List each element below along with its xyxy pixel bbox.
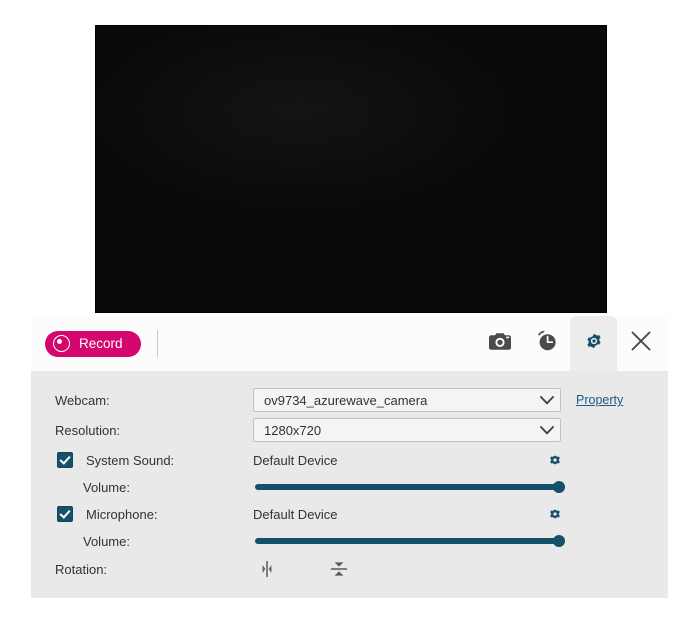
record-button[interactable]: Record	[45, 330, 141, 357]
chevron-down-icon	[534, 425, 560, 435]
system-sound-checkbox[interactable]	[57, 452, 73, 468]
system-sound-gear-icon[interactable]	[547, 452, 563, 468]
snapshot-button[interactable]	[476, 316, 523, 371]
resolution-select-value: 1280x720	[264, 422, 322, 438]
preview-noise-overlay	[95, 25, 607, 313]
slider-track	[255, 484, 565, 490]
slider-track	[255, 538, 565, 544]
webcam-row: Webcam: ov9734_azurewave_camera Property	[31, 387, 668, 413]
microphone-gear-icon[interactable]	[547, 506, 563, 522]
flip-horizontal-icon[interactable]	[255, 558, 279, 580]
settings-panel: Webcam: ov9734_azurewave_camera Property…	[31, 371, 668, 598]
toolbar: Record	[31, 316, 668, 371]
system-sound-volume-label: Volume:	[83, 479, 130, 495]
microphone-volume-slider[interactable]	[255, 534, 565, 548]
clock-icon	[536, 330, 558, 357]
microphone-row: Microphone: Default Device	[31, 501, 668, 527]
chevron-down-icon	[534, 395, 560, 405]
system-sound-row: System Sound: Default Device	[31, 447, 668, 473]
flip-vertical-icon[interactable]	[327, 558, 351, 580]
microphone-volume-label: Volume:	[83, 533, 130, 549]
resolution-label: Resolution:	[55, 422, 121, 438]
schedule-button[interactable]	[523, 316, 570, 371]
rotation-row: Rotation:	[31, 556, 668, 582]
record-dot-icon	[53, 335, 70, 352]
gear-icon	[582, 329, 606, 358]
record-button-label: Record	[79, 336, 123, 351]
recorder-panel: Record Webcam: ov9734_azurewave_camera P…	[31, 316, 668, 598]
system-sound-volume-slider[interactable]	[255, 480, 565, 494]
microphone-volume-row: Volume:	[31, 528, 668, 554]
microphone-checkbox[interactable]	[57, 506, 73, 522]
webcam-select[interactable]: ov9734_azurewave_camera	[253, 388, 561, 412]
webcam-select-value: ov9734_azurewave_camera	[264, 392, 428, 408]
system-sound-volume-row: Volume:	[31, 474, 668, 500]
microphone-device: Default Device	[253, 506, 338, 522]
resolution-select[interactable]: 1280x720	[253, 418, 561, 442]
settings-tab-button[interactable]	[570, 316, 617, 371]
webcam-property-link[interactable]: Property	[576, 393, 623, 407]
slider-thumb[interactable]	[553, 535, 565, 547]
toolbar-divider	[156, 330, 158, 357]
webcam-preview	[95, 25, 607, 313]
close-button[interactable]	[617, 316, 664, 371]
system-sound-device: Default Device	[253, 452, 338, 468]
close-icon	[630, 330, 652, 357]
camera-icon	[488, 332, 511, 356]
slider-thumb[interactable]	[553, 481, 565, 493]
system-sound-label: System Sound:	[86, 452, 175, 468]
microphone-label: Microphone:	[86, 506, 158, 522]
resolution-row: Resolution: 1280x720	[31, 417, 668, 443]
rotation-label: Rotation:	[55, 561, 108, 577]
webcam-label: Webcam:	[55, 392, 110, 408]
